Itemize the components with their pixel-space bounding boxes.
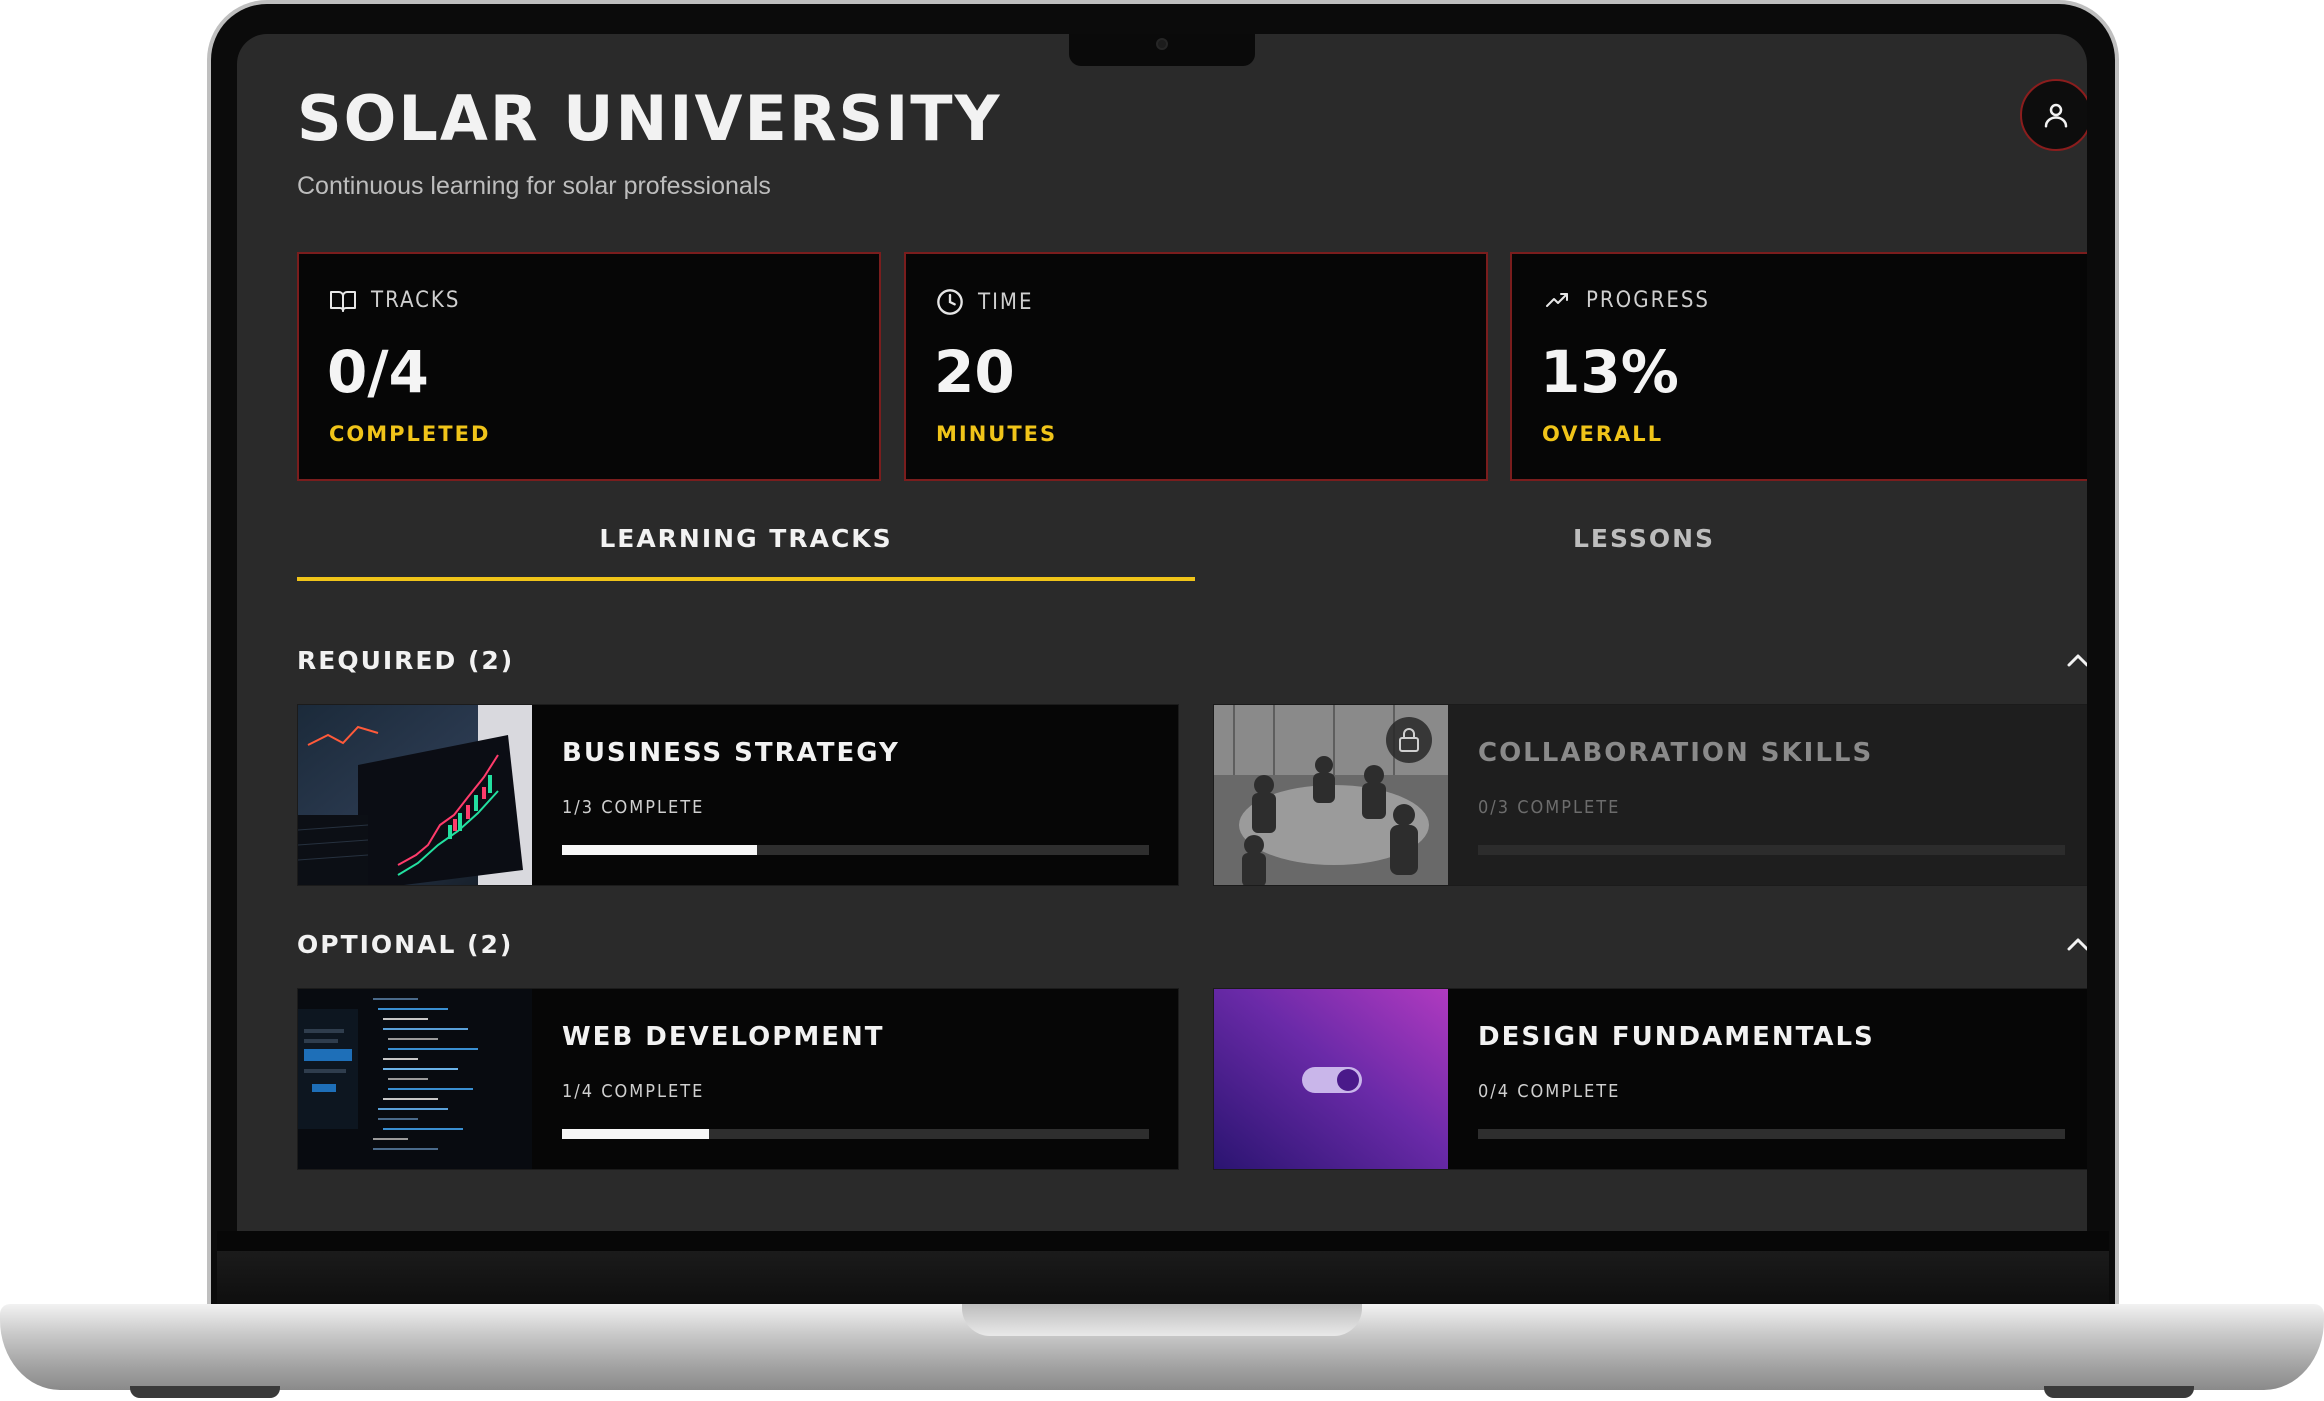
track-progress-text: 1/4 COMPLETE — [562, 1081, 705, 1102]
stat-value: 0/4 — [327, 338, 429, 406]
track-title: BUSINESS STRATEGY — [562, 738, 900, 768]
track-progress-text: 1/3 COMPLETE — [562, 797, 705, 818]
section-heading-required: REQUIRED (2) — [297, 646, 515, 675]
collapse-optional-button[interactable] — [2064, 930, 2087, 958]
stat-label: TRACKS — [371, 288, 461, 313]
track-card-web-development[interactable]: WEB DEVELOPMENT 1/4 COMPLETE — [297, 988, 1179, 1170]
track-progress-text: 0/3 COMPLETE — [1478, 797, 1621, 818]
stat-card-time: TIME 20 MINUTES — [904, 252, 1488, 481]
track-thumbnail — [1214, 705, 1448, 885]
laptop-foot-right — [2044, 1386, 2194, 1398]
track-card-design-fundamentals[interactable]: DESIGN FUNDAMENTALS 0/4 COMPLETE — [1213, 988, 2087, 1170]
lock-icon — [1399, 728, 1419, 752]
lock-badge — [1386, 717, 1432, 763]
book-icon — [330, 290, 356, 312]
clock-icon — [937, 289, 963, 315]
track-title: DESIGN FUNDAMENTALS — [1478, 1022, 1875, 1052]
track-thumbnail — [1214, 989, 1448, 1169]
laptop-base-notch — [962, 1304, 1362, 1336]
track-card-collaboration-skills[interactable]: COLLABORATION SKILLS 0/3 COMPLETE — [1213, 704, 2087, 886]
trending-up-icon — [1546, 292, 1568, 307]
stat-sublabel: OVERALL — [1542, 422, 1664, 446]
screen: SOLAR UNIVERSITY Continuous learning for… — [237, 34, 2087, 1231]
laptop-bottom-bezel — [217, 1231, 2109, 1251]
stat-label: TIME — [978, 289, 1034, 315]
stat-value: 20 — [934, 338, 1015, 406]
profile-button[interactable] — [2020, 79, 2087, 151]
track-progress-bar — [1478, 1129, 2065, 1139]
stat-card-progress: PROGRESS 13% OVERALL — [1510, 252, 2087, 481]
camera-icon — [1156, 38, 1168, 50]
user-icon — [2044, 103, 2068, 128]
track-progress-fill — [562, 845, 758, 855]
stat-label: PROGRESS — [1586, 288, 1710, 313]
track-card-business-strategy[interactable]: BUSINESS STRATEGY 1/3 COMPLETE — [297, 704, 1179, 886]
stat-sublabel: MINUTES — [936, 422, 1058, 446]
track-progress-bar — [562, 845, 1149, 855]
track-title: COLLABORATION SKILLS — [1478, 738, 1874, 768]
section-heading-optional: OPTIONAL (2) — [297, 930, 514, 959]
stat-value: 13% — [1540, 338, 1679, 406]
stat-card-tracks: TRACKS 0/4 COMPLETED — [297, 252, 881, 481]
page-title: SOLAR UNIVERSITY — [297, 82, 1002, 155]
track-progress-bar — [562, 1129, 1149, 1139]
laptop-hinge — [217, 1251, 2109, 1306]
chevron-up-icon — [2067, 654, 2087, 667]
tab-learning-tracks[interactable]: LEARNING TRACKS — [297, 524, 1195, 553]
chevron-up-icon — [2067, 938, 2087, 951]
active-tab-indicator — [297, 577, 1195, 581]
track-progress-bar — [1478, 845, 2065, 855]
stat-sublabel: COMPLETED — [329, 422, 491, 446]
collapse-required-button[interactable] — [2064, 646, 2087, 674]
tab-lessons[interactable]: LESSONS — [1195, 524, 2087, 553]
track-progress-text: 0/4 COMPLETE — [1478, 1081, 1621, 1102]
page-subtitle: Continuous learning for solar profession… — [297, 172, 771, 200]
laptop-foot-left — [130, 1386, 280, 1398]
track-title: WEB DEVELOPMENT — [562, 1022, 885, 1052]
track-progress-fill — [562, 1129, 709, 1139]
track-thumbnail — [298, 705, 532, 885]
track-thumbnail — [298, 989, 532, 1169]
